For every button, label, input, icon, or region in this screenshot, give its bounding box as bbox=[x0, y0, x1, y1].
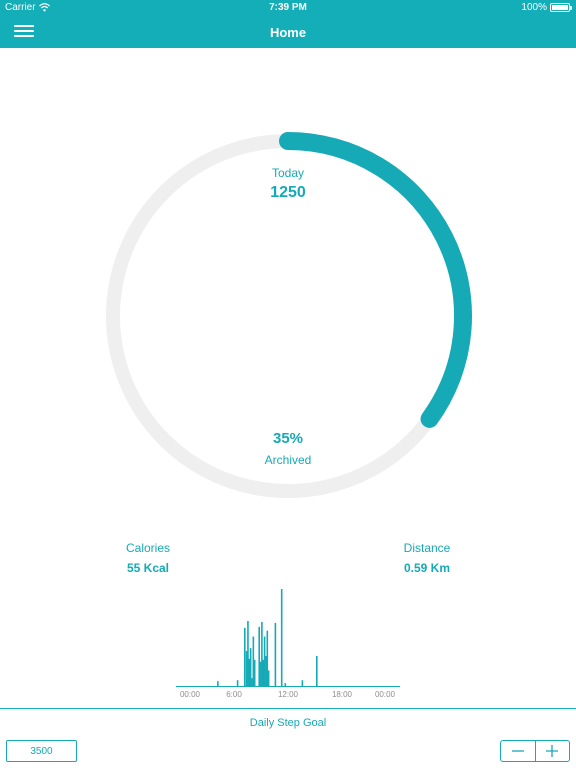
histogram-bar bbox=[267, 670, 270, 686]
x-tick-label: 6:00 bbox=[226, 690, 242, 699]
histogram-bar bbox=[244, 627, 246, 686]
goal-stepper[interactable] bbox=[500, 740, 570, 762]
histogram-bar bbox=[284, 683, 287, 686]
divider bbox=[0, 708, 576, 709]
x-tick-label: 00:00 bbox=[180, 690, 201, 699]
histogram-bar bbox=[236, 680, 239, 686]
histogram-bar bbox=[253, 659, 256, 686]
histogram-bar bbox=[217, 681, 219, 686]
increment-button[interactable] bbox=[534, 741, 570, 761]
histogram-bar bbox=[301, 680, 304, 686]
x-tick-label: 18:00 bbox=[332, 690, 353, 699]
step-goal-input[interactable] bbox=[6, 740, 77, 762]
minus-icon bbox=[511, 750, 524, 752]
histogram-bar bbox=[280, 589, 283, 686]
decrement-button[interactable] bbox=[501, 741, 535, 761]
daily-step-goal-label: Daily Step Goal bbox=[249, 717, 327, 729]
plus-icon bbox=[546, 745, 559, 757]
x-tick-label: 12:00 bbox=[278, 690, 299, 699]
x-tick-label: 00:00 bbox=[375, 690, 396, 699]
step-histogram-chart: 00:00 6:00 12:00 18:00 00:00 bbox=[176, 589, 400, 699]
histogram-bar bbox=[274, 622, 277, 686]
histogram-bar bbox=[316, 655, 318, 686]
